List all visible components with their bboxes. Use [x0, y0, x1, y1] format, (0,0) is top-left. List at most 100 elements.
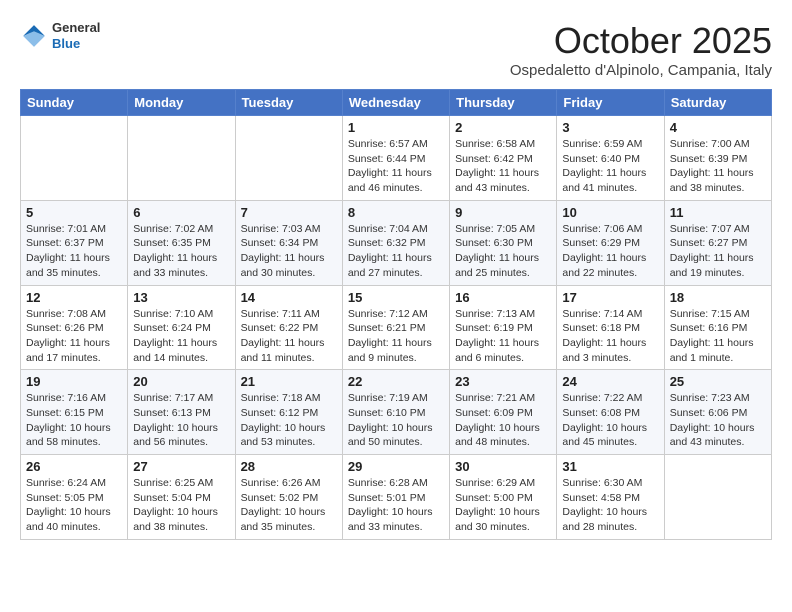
day-number: 7 — [241, 205, 337, 220]
table-row: 27 Sunrise: 6:25 AMSunset: 5:04 PMDayligh… — [128, 455, 235, 540]
day-number: 22 — [348, 374, 444, 389]
table-row: 22 Sunrise: 7:19 AMSunset: 6:10 PMDayligh… — [342, 370, 449, 455]
day-info: Sunrise: 7:14 AMSunset: 6:18 PMDaylight:… — [562, 307, 658, 366]
table-row: 28Sunrise: 6:26 AMSunset: 5:02 PMDayligh… — [235, 455, 342, 540]
day-info: Sunrise: 6:29 AMSunset: 5:00 PMDaylight:… — [455, 476, 551, 535]
table-row: 16 Sunrise: 7:13 AMSunset: 6:19 PMDayligh… — [450, 285, 557, 370]
day-info: Sunrise: 6:58 AMSunset: 6:42 PMDaylight:… — [455, 137, 551, 196]
day-number: 23 — [455, 374, 551, 389]
location-subtitle: Ospedaletto d'Alpinolo, Campania, Italy — [510, 62, 772, 79]
day-number: 31 — [562, 459, 658, 474]
day-info: Sunrise: 6:57 AMSunset: 6:44 PMDaylight:… — [348, 137, 444, 196]
table-row — [235, 116, 342, 201]
calendar-body: 1 Sunrise: 6:57 AMSunset: 6:44 PMDaylight… — [21, 116, 772, 540]
day-info: Sunrise: 7:03 AMSunset: 6:34 PMDaylight:… — [241, 222, 337, 281]
day-number: 20 — [133, 374, 229, 389]
day-number: 27 — [133, 459, 229, 474]
day-number: 24 — [562, 374, 658, 389]
table-row: 29 Sunrise: 6:28 AMSunset: 5:01 PMDayligh… — [342, 455, 449, 540]
day-info: Sunrise: 7:13 AMSunset: 6:19 PMDaylight:… — [455, 307, 551, 366]
day-number: 1 — [348, 120, 444, 135]
day-number: 25 — [670, 374, 766, 389]
title-section: October 2025 Ospedaletto d'Alpinolo, Cam… — [510, 20, 772, 79]
col-monday: Monday — [128, 90, 235, 116]
day-info: Sunrise: 6:59 AMSunset: 6:40 PMDaylight:… — [562, 137, 658, 196]
page-header: General Blue October 2025 Ospedaletto d'… — [20, 20, 772, 79]
table-row: 11 Sunrise: 7:07 AMSunset: 6:27 PMDayligh… — [664, 200, 771, 285]
day-info: Sunrise: 7:07 AMSunset: 6:27 PMDaylight:… — [670, 222, 766, 281]
day-info: Sunrise: 7:19 AMSunset: 6:10 PMDaylight:… — [348, 391, 444, 450]
day-info: Sunrise: 6:25 AMSunset: 5:04 PMDaylight:… — [133, 476, 229, 535]
table-row: 25Sunrise: 7:23 AMSunset: 6:06 PMDayligh… — [664, 370, 771, 455]
day-number: 29 — [348, 459, 444, 474]
table-row: 3 Sunrise: 6:59 AMSunset: 6:40 PMDaylight… — [557, 116, 664, 201]
day-number: 3 — [562, 120, 658, 135]
table-row: 26 Sunrise: 6:24 AMSunset: 5:05 PMDayligh… — [21, 455, 128, 540]
table-row: 19 Sunrise: 7:16 AMSunset: 6:15 PMDayligh… — [21, 370, 128, 455]
day-info: Sunrise: 7:02 AMSunset: 6:35 PMDaylight:… — [133, 222, 229, 281]
table-row: 15 Sunrise: 7:12 AMSunset: 6:21 PMDayligh… — [342, 285, 449, 370]
day-info: Sunrise: 7:05 AMSunset: 6:30 PMDaylight:… — [455, 222, 551, 281]
col-friday: Friday — [557, 90, 664, 116]
calendar-week-row: 19 Sunrise: 7:16 AMSunset: 6:15 PMDayligh… — [21, 370, 772, 455]
table-row: 6 Sunrise: 7:02 AMSunset: 6:35 PMDaylight… — [128, 200, 235, 285]
day-number: 10 — [562, 205, 658, 220]
logo: General Blue — [20, 20, 100, 51]
logo-text: General Blue — [52, 20, 100, 51]
day-info: Sunrise: 7:21 AMSunset: 6:09 PMDaylight:… — [455, 391, 551, 450]
day-info: Sunrise: 7:12 AMSunset: 6:21 PMDaylight:… — [348, 307, 444, 366]
table-row — [128, 116, 235, 201]
col-saturday: Saturday — [664, 90, 771, 116]
day-info: Sunrise: 7:10 AMSunset: 6:24 PMDaylight:… — [133, 307, 229, 366]
day-number: 8 — [348, 205, 444, 220]
table-row: 5 Sunrise: 7:01 AMSunset: 6:37 PMDaylight… — [21, 200, 128, 285]
table-row: 13Sunrise: 7:10 AMSunset: 6:24 PMDayligh… — [128, 285, 235, 370]
table-row — [21, 116, 128, 201]
day-number: 19 — [26, 374, 122, 389]
day-info: Sunrise: 6:26 AMSunset: 5:02 PMDaylight:… — [241, 476, 337, 535]
table-row: 4Sunrise: 7:00 AMSunset: 6:39 PMDaylight… — [664, 116, 771, 201]
day-info: Sunrise: 7:18 AMSunset: 6:12 PMDaylight:… — [241, 391, 337, 450]
day-number: 9 — [455, 205, 551, 220]
month-title: October 2025 — [510, 20, 772, 62]
table-row: 20 Sunrise: 7:17 AMSunset: 6:13 PMDayligh… — [128, 370, 235, 455]
table-row: 23 Sunrise: 7:21 AMSunset: 6:09 PMDayligh… — [450, 370, 557, 455]
logo-blue-text: Blue — [52, 36, 100, 52]
table-row: 8 Sunrise: 7:04 AMSunset: 6:32 PMDaylight… — [342, 200, 449, 285]
day-number: 12 — [26, 290, 122, 305]
col-tuesday: Tuesday — [235, 90, 342, 116]
table-row — [664, 455, 771, 540]
calendar-table: Sunday Monday Tuesday Wednesday Thursday… — [20, 89, 772, 540]
table-row: 9 Sunrise: 7:05 AMSunset: 6:30 PMDaylight… — [450, 200, 557, 285]
day-info: Sunrise: 7:08 AMSunset: 6:26 PMDaylight:… — [26, 307, 122, 366]
day-number: 11 — [670, 205, 766, 220]
day-number: 5 — [26, 205, 122, 220]
day-number: 16 — [455, 290, 551, 305]
day-number: 14 — [241, 290, 337, 305]
day-number: 15 — [348, 290, 444, 305]
day-info: Sunrise: 7:16 AMSunset: 6:15 PMDaylight:… — [26, 391, 122, 450]
day-info: Sunrise: 6:30 AMSunset: 4:58 PMDaylight:… — [562, 476, 658, 535]
day-info: Sunrise: 7:11 AMSunset: 6:22 PMDaylight:… — [241, 307, 337, 366]
table-row: 21Sunrise: 7:18 AMSunset: 6:12 PMDayligh… — [235, 370, 342, 455]
calendar-week-row: 5 Sunrise: 7:01 AMSunset: 6:37 PMDaylight… — [21, 200, 772, 285]
day-number: 30 — [455, 459, 551, 474]
day-info: Sunrise: 7:01 AMSunset: 6:37 PMDaylight:… — [26, 222, 122, 281]
day-info: Sunrise: 6:28 AMSunset: 5:01 PMDaylight:… — [348, 476, 444, 535]
calendar-week-row: 26 Sunrise: 6:24 AMSunset: 5:05 PMDayligh… — [21, 455, 772, 540]
calendar-week-row: 1 Sunrise: 6:57 AMSunset: 6:44 PMDaylight… — [21, 116, 772, 201]
day-number: 6 — [133, 205, 229, 220]
day-number: 4 — [670, 120, 766, 135]
table-row: 18Sunrise: 7:15 AMSunset: 6:16 PMDayligh… — [664, 285, 771, 370]
col-wednesday: Wednesday — [342, 90, 449, 116]
day-info: Sunrise: 7:17 AMSunset: 6:13 PMDaylight:… — [133, 391, 229, 450]
table-row: 2Sunrise: 6:58 AMSunset: 6:42 PMDaylight… — [450, 116, 557, 201]
table-row: 31 Sunrise: 6:30 AMSunset: 4:58 PMDayligh… — [557, 455, 664, 540]
table-row: 24Sunrise: 7:22 AMSunset: 6:08 PMDayligh… — [557, 370, 664, 455]
table-row: 10 Sunrise: 7:06 AMSunset: 6:29 PMDayligh… — [557, 200, 664, 285]
day-info: Sunrise: 7:06 AMSunset: 6:29 PMDaylight:… — [562, 222, 658, 281]
day-info: Sunrise: 6:24 AMSunset: 5:05 PMDaylight:… — [26, 476, 122, 535]
day-number: 26 — [26, 459, 122, 474]
day-info: Sunrise: 7:04 AMSunset: 6:32 PMDaylight:… — [348, 222, 444, 281]
calendar-header-row: Sunday Monday Tuesday Wednesday Thursday… — [21, 90, 772, 116]
